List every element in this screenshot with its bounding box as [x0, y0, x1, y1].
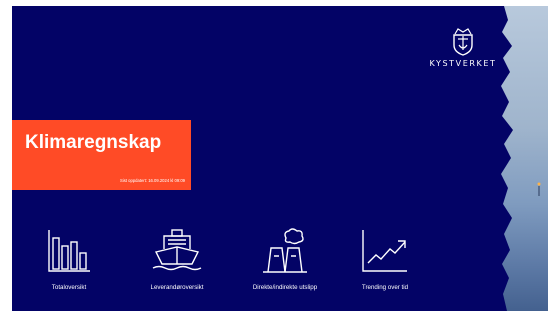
last-updated-text: Sist oppdatert: 16.09.2024 kl 09:09	[120, 178, 185, 183]
nav-label-trending-over-tid: Trending over tid	[361, 284, 409, 291]
nav-totaloversikt[interactable]: Totaloversikt	[19, 228, 119, 292]
factory-icon	[263, 228, 307, 273]
page-title: Klimaregnskap	[25, 132, 162, 153]
shield-emblem-icon	[453, 28, 473, 56]
nav-label-leverandoroversikt: Leverandøroversikt	[150, 284, 204, 291]
nav-label-direkte-indirekte-utslipp: Direkte/indirekte utslipp	[252, 284, 318, 291]
report-canvas: KYSTVERKET Klimaregnskap Sist oppdatert:…	[12, 6, 548, 311]
brand-name: KYSTVERKET	[429, 59, 497, 68]
nav-label-totaloversikt: Totaloversikt	[51, 284, 87, 291]
trend-line-icon	[362, 230, 407, 272]
title-banner: Klimaregnskap Sist oppdatert: 16.09.2024…	[12, 120, 191, 190]
nav-direkte-indirekte-utslipp[interactable]: Direkte/indirekte utslipp	[235, 228, 335, 292]
nav-leverandoroversikt[interactable]: Leverandøroversikt	[127, 228, 227, 292]
bar-chart-icon	[48, 230, 90, 272]
kystverket-logo: KYSTVERKET	[417, 26, 509, 68]
nav-trending-over-tid[interactable]: Trending over tid	[335, 228, 435, 292]
ship-icon	[152, 229, 202, 271]
